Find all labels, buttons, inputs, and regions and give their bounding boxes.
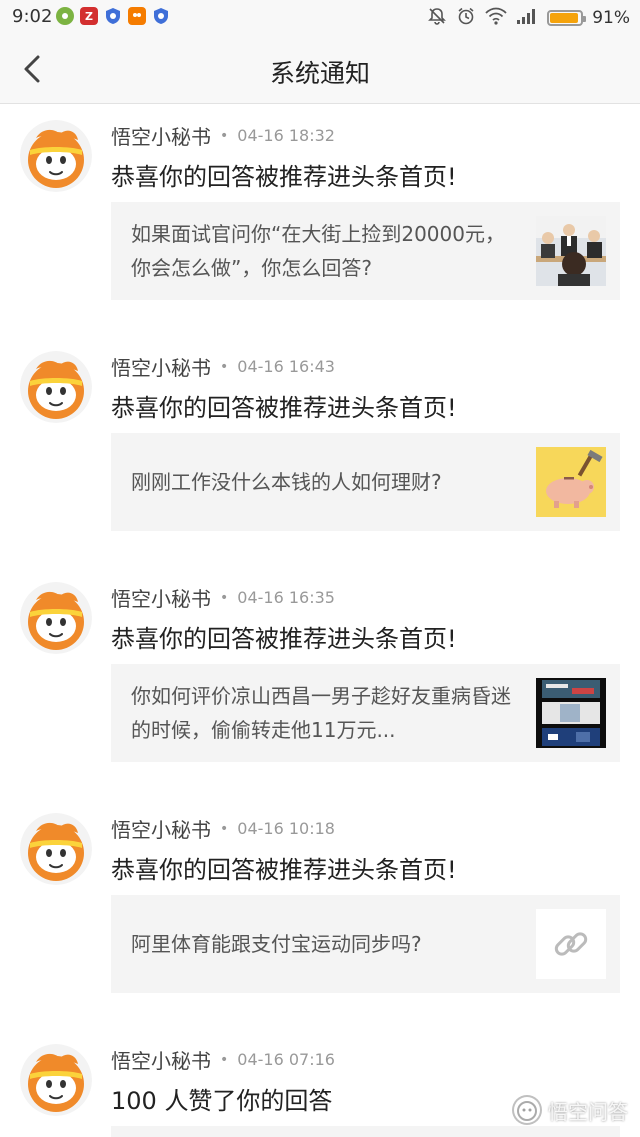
sender-line: 悟空小秘书 • 04-16 18:32: [111, 121, 335, 150]
timestamp: 04-16 16:35: [237, 588, 335, 607]
status-app-icons: Z: [56, 7, 170, 25]
question-card[interactable]: [111, 1126, 620, 1137]
battery-level: [550, 13, 578, 23]
sender-name[interactable]: 悟空小秘书: [111, 814, 211, 843]
avatar[interactable]: [20, 1044, 92, 1116]
separator-dot: •: [220, 358, 229, 375]
notification-message: 恭喜你的回答被推荐进头条首页!: [111, 163, 457, 191]
status-right: 91%: [427, 6, 630, 30]
question-text: 刚刚工作没什么本钱的人如何理财?: [131, 470, 442, 494]
watermark-icon: [512, 1095, 542, 1125]
header-bar: 系统通知: [0, 34, 640, 104]
news-screenshot: [536, 678, 606, 748]
question-text: 如果面试官问你“在大街上捡到20000元，你会怎么做”，你怎么回答?: [131, 222, 505, 280]
sender-line: 悟空小秘书 • 04-16 10:18: [111, 814, 335, 843]
piggy-bank-image: [536, 447, 606, 517]
app-icon-red: Z: [80, 7, 98, 25]
notification-message: 恭喜你的回答被推荐进头条首页!: [111, 856, 457, 884]
sender-line: 悟空小秘书 • 04-16 16:43: [111, 352, 335, 381]
question-card[interactable]: 你如何评价凉山西昌一男子趁好友重病昏迷的时候，偷偷转走他11万元...: [111, 664, 620, 762]
notification-off-icon: [427, 6, 447, 30]
separator-dot: •: [220, 127, 229, 144]
wifi-icon: [485, 7, 507, 29]
interview-photo: [536, 216, 606, 286]
link-icon: [536, 909, 606, 979]
timestamp: 04-16 16:43: [237, 357, 335, 376]
separator-dot: •: [220, 820, 229, 837]
avatar[interactable]: [20, 813, 92, 885]
sender-line: 悟空小秘书 • 04-16 16:35: [111, 583, 335, 612]
question-text: 阿里体育能跟支付宝运动同步吗?: [131, 932, 422, 956]
app-icon-green: [56, 7, 74, 25]
alarm-icon: [456, 6, 476, 30]
battery-icon: [547, 10, 587, 26]
question-card[interactable]: 阿里体育能跟支付宝运动同步吗?: [111, 895, 620, 993]
separator-dot: •: [220, 1051, 229, 1068]
avatar[interactable]: [20, 351, 92, 423]
timestamp: 04-16 10:18: [237, 819, 335, 838]
notification-message: 恭喜你的回答被推荐进头条首页!: [111, 394, 457, 422]
avatar[interactable]: [20, 120, 92, 192]
sender-name[interactable]: 悟空小秘书: [111, 121, 211, 150]
question-card[interactable]: 如果面试官问你“在大街上捡到20000元，你会怎么做”，你怎么回答?: [111, 202, 620, 300]
sender-name[interactable]: 悟空小秘书: [111, 352, 211, 381]
watermark: 悟空问答: [512, 1095, 628, 1125]
separator-dot: •: [220, 589, 229, 606]
shield-icon: [104, 7, 122, 25]
question-text: 你如何评价凉山西昌一男子趁好友重病昏迷的时候，偷偷转走他11万元...: [131, 684, 511, 742]
battery-percent: 91%: [592, 8, 630, 28]
question-card[interactable]: 刚刚工作没什么本钱的人如何理财?: [111, 433, 620, 531]
watermark-text: 悟空问答: [548, 1099, 628, 1124]
timestamp: 04-16 18:32: [237, 126, 335, 145]
notification-message: 恭喜你的回答被推荐进头条首页!: [111, 625, 457, 653]
notification-message: 100 人赞了你的回答: [111, 1087, 333, 1115]
page-title: 系统通知: [269, 59, 370, 88]
status-time: 9:02: [12, 6, 53, 27]
status-bar: 9:02 Z 91%: [0, 0, 640, 34]
sender-line: 悟空小秘书 • 04-16 07:16: [111, 1045, 335, 1074]
app-icon-orange: [128, 7, 146, 25]
shield-icon: [152, 7, 170, 25]
signal-icon: [516, 7, 538, 29]
avatar[interactable]: [20, 582, 92, 654]
timestamp: 04-16 07:16: [237, 1050, 335, 1069]
notification-list[interactable]: 悟空小秘书 • 04-16 18:32 恭喜你的回答被推荐进头条首页! 如果面试…: [0, 104, 640, 1137]
sender-name[interactable]: 悟空小秘书: [111, 583, 211, 612]
sender-name[interactable]: 悟空小秘书: [111, 1045, 211, 1074]
